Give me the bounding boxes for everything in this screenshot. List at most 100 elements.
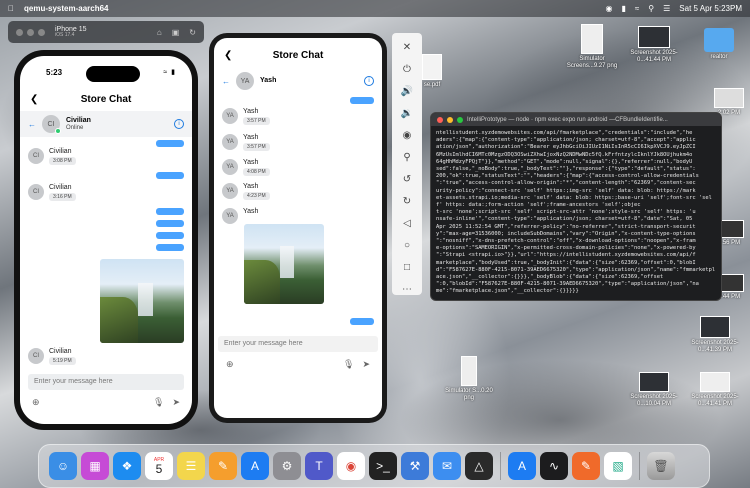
desktop-file[interactable]: Screenshot 2025-0...41.44 PM <box>625 26 683 64</box>
android-studio-icon[interactable]: ▧ <box>604 452 632 480</box>
file-label: Simulator S...0.20 png <box>445 388 493 401</box>
close-button[interactable] <box>16 28 23 36</box>
add-icon[interactable]: ⊕ <box>32 397 40 408</box>
simulator-icon[interactable]: A <box>508 452 536 480</box>
file-label: Screenshot 2025-0...41.39 PM <box>691 340 739 353</box>
sent-message[interactable] <box>156 140 184 147</box>
mail-icon[interactable]: ✉ <box>433 452 461 480</box>
ios-simulator: 5:23 ≈ ▮ ❮ Store Chat ← CI Civilian Onli… <box>14 50 198 430</box>
terminal-window[interactable]: IntelliPrototype — node · npm exec expo … <box>430 112 722 301</box>
message-time: 4:23 PM <box>243 192 270 200</box>
overview-icon[interactable]: □ <box>392 257 422 279</box>
desktop-file[interactable]: Screenshot 2025-0...10.04 PM <box>625 372 683 408</box>
contact-name: Civilian <box>66 117 91 125</box>
active-app-name[interactable]: qemu-system-aarch64 <box>24 4 108 13</box>
more-icon[interactable]: ⋯ <box>392 279 422 301</box>
message-input[interactable]: Enter your message here <box>28 374 184 390</box>
simulator-toolbar: iPhone 15 iOS 17.4 ⌂ ▣ ↻ <box>8 21 204 43</box>
image-message[interactable] <box>244 224 324 304</box>
trash-icon[interactable]: 🗑 <box>647 452 675 480</box>
sent-message[interactable] <box>156 172 184 179</box>
back-chevron-icon[interactable]: ❮ <box>30 90 38 110</box>
desktop-file[interactable]: Screenshot 2025-0...41.39 PM <box>686 316 744 354</box>
info-icon[interactable]: i <box>364 76 374 86</box>
activity-monitor-icon[interactable]: ∿ <box>540 452 568 480</box>
screenshot-icon[interactable]: ▣ <box>172 28 180 37</box>
file-thumbnail <box>581 24 603 54</box>
message-input[interactable]: Enter your message here <box>218 336 378 352</box>
desktop-file[interactable]: Simulator S...0.20 png <box>440 356 498 402</box>
zoom-button[interactable] <box>457 116 463 123</box>
back-chevron-icon[interactable]: ❮ <box>224 46 232 66</box>
apple-icon[interactable]:  <box>8 4 14 13</box>
xcode-icon[interactable]: ⚒ <box>401 452 429 480</box>
ios-version: iOS 17.4 <box>55 32 75 38</box>
sent-message[interactable] <box>156 220 184 227</box>
image-message[interactable] <box>100 259 184 343</box>
teams-icon[interactable]: T <box>305 452 333 480</box>
home-icon[interactable]: ○ <box>392 235 422 257</box>
sender-name: Civilian <box>49 148 72 155</box>
desktop-file[interactable]: Simulator Screens...9.27 png <box>563 24 621 70</box>
back-arrow-icon[interactable]: ← <box>222 77 230 86</box>
sent-message[interactable] <box>156 208 184 215</box>
message-time: 3:08 PM <box>49 157 76 165</box>
microphone-icon[interactable]: 🎙 <box>343 359 354 370</box>
rotate-icon[interactable]: ↻ <box>189 28 196 37</box>
terminal-icon[interactable]: >_ <box>369 452 397 480</box>
info-icon[interactable]: i <box>174 119 184 129</box>
battery-icon[interactable]: ▮ <box>621 4 625 13</box>
minimize-button[interactable] <box>447 116 453 123</box>
unity-icon[interactable]: △ <box>465 452 493 480</box>
sent-message[interactable] <box>156 244 184 251</box>
send-icon[interactable]: ➤ <box>362 359 370 370</box>
desktop-file[interactable]: Screenshot 2025-0...41.41 PM <box>686 372 744 408</box>
search-icon[interactable]: ⚲ <box>648 4 654 13</box>
back-icon[interactable]: ◁ <box>392 213 422 235</box>
sent-message[interactable] <box>350 97 374 104</box>
chat-header: ← CI Civilian Online i <box>20 111 192 137</box>
desktop-folder[interactable]: realtor <box>690 28 748 61</box>
terminal-title: IntelliPrototype — node · npm exec expo … <box>467 116 668 123</box>
close-icon[interactable]: ✕ <box>392 37 422 59</box>
add-icon[interactable]: ⊕ <box>226 359 234 370</box>
zoom-icon[interactable]: ⚲ <box>392 147 422 169</box>
calendar-icon[interactable]: APR 5 <box>145 452 173 480</box>
page-title: Store Chat <box>272 50 324 61</box>
pages-icon[interactable]: ✎ <box>209 452 237 480</box>
record-icon[interactable]: ◉ <box>605 4 612 13</box>
finder-icon[interactable]: ☺ <box>49 452 77 480</box>
message-time: 4:08 PM <box>243 168 270 176</box>
close-button[interactable] <box>437 116 443 123</box>
chrome-icon[interactable]: ◉ <box>337 452 365 480</box>
zoom-button[interactable] <box>38 28 45 36</box>
send-icon[interactable]: ➤ <box>172 397 180 408</box>
menubar-clock[interactable]: Sat 5 Apr 5:23PM <box>679 4 742 13</box>
app-store-icon[interactable]: A <box>241 452 269 480</box>
back-arrow-icon[interactable]: ← <box>28 120 36 129</box>
notes-icon[interactable]: ☰ <box>177 452 205 480</box>
sender-name: Yash <box>243 159 259 166</box>
home-icon[interactable]: ⌂ <box>157 28 162 37</box>
power-icon[interactable]: ⏻ <box>392 59 422 81</box>
message-time: 5:19 PM <box>49 357 76 365</box>
status-time: 5:23 <box>46 68 63 77</box>
launchpad-icon[interactable]: ▦ <box>81 452 109 480</box>
sent-message[interactable] <box>350 318 374 325</box>
rotate-left-icon[interactable]: ↺ <box>392 169 422 191</box>
file-thumbnail <box>700 316 730 338</box>
safari-icon[interactable]: ❖ <box>113 452 141 480</box>
avatar: CI <box>42 115 61 134</box>
chat-header: ← YA Yash i <box>214 68 382 94</box>
volume-up-icon[interactable]: 🔊 <box>392 81 422 103</box>
microphone-icon[interactable]: 🎙 <box>153 397 164 408</box>
camera-icon[interactable]: ◉ <box>392 125 422 147</box>
minimize-button[interactable] <box>27 28 34 36</box>
volume-down-icon[interactable]: 🔉 <box>392 103 422 125</box>
control-center-icon[interactable]: ☰ <box>663 4 670 13</box>
sent-message[interactable] <box>156 232 184 239</box>
system-settings-icon[interactable]: ⚙ <box>273 452 301 480</box>
rotate-right-icon[interactable]: ↻ <box>392 191 422 213</box>
preview-icon[interactable]: ✎ <box>572 452 600 480</box>
wifi-icon[interactable]: ≈ <box>635 4 639 13</box>
